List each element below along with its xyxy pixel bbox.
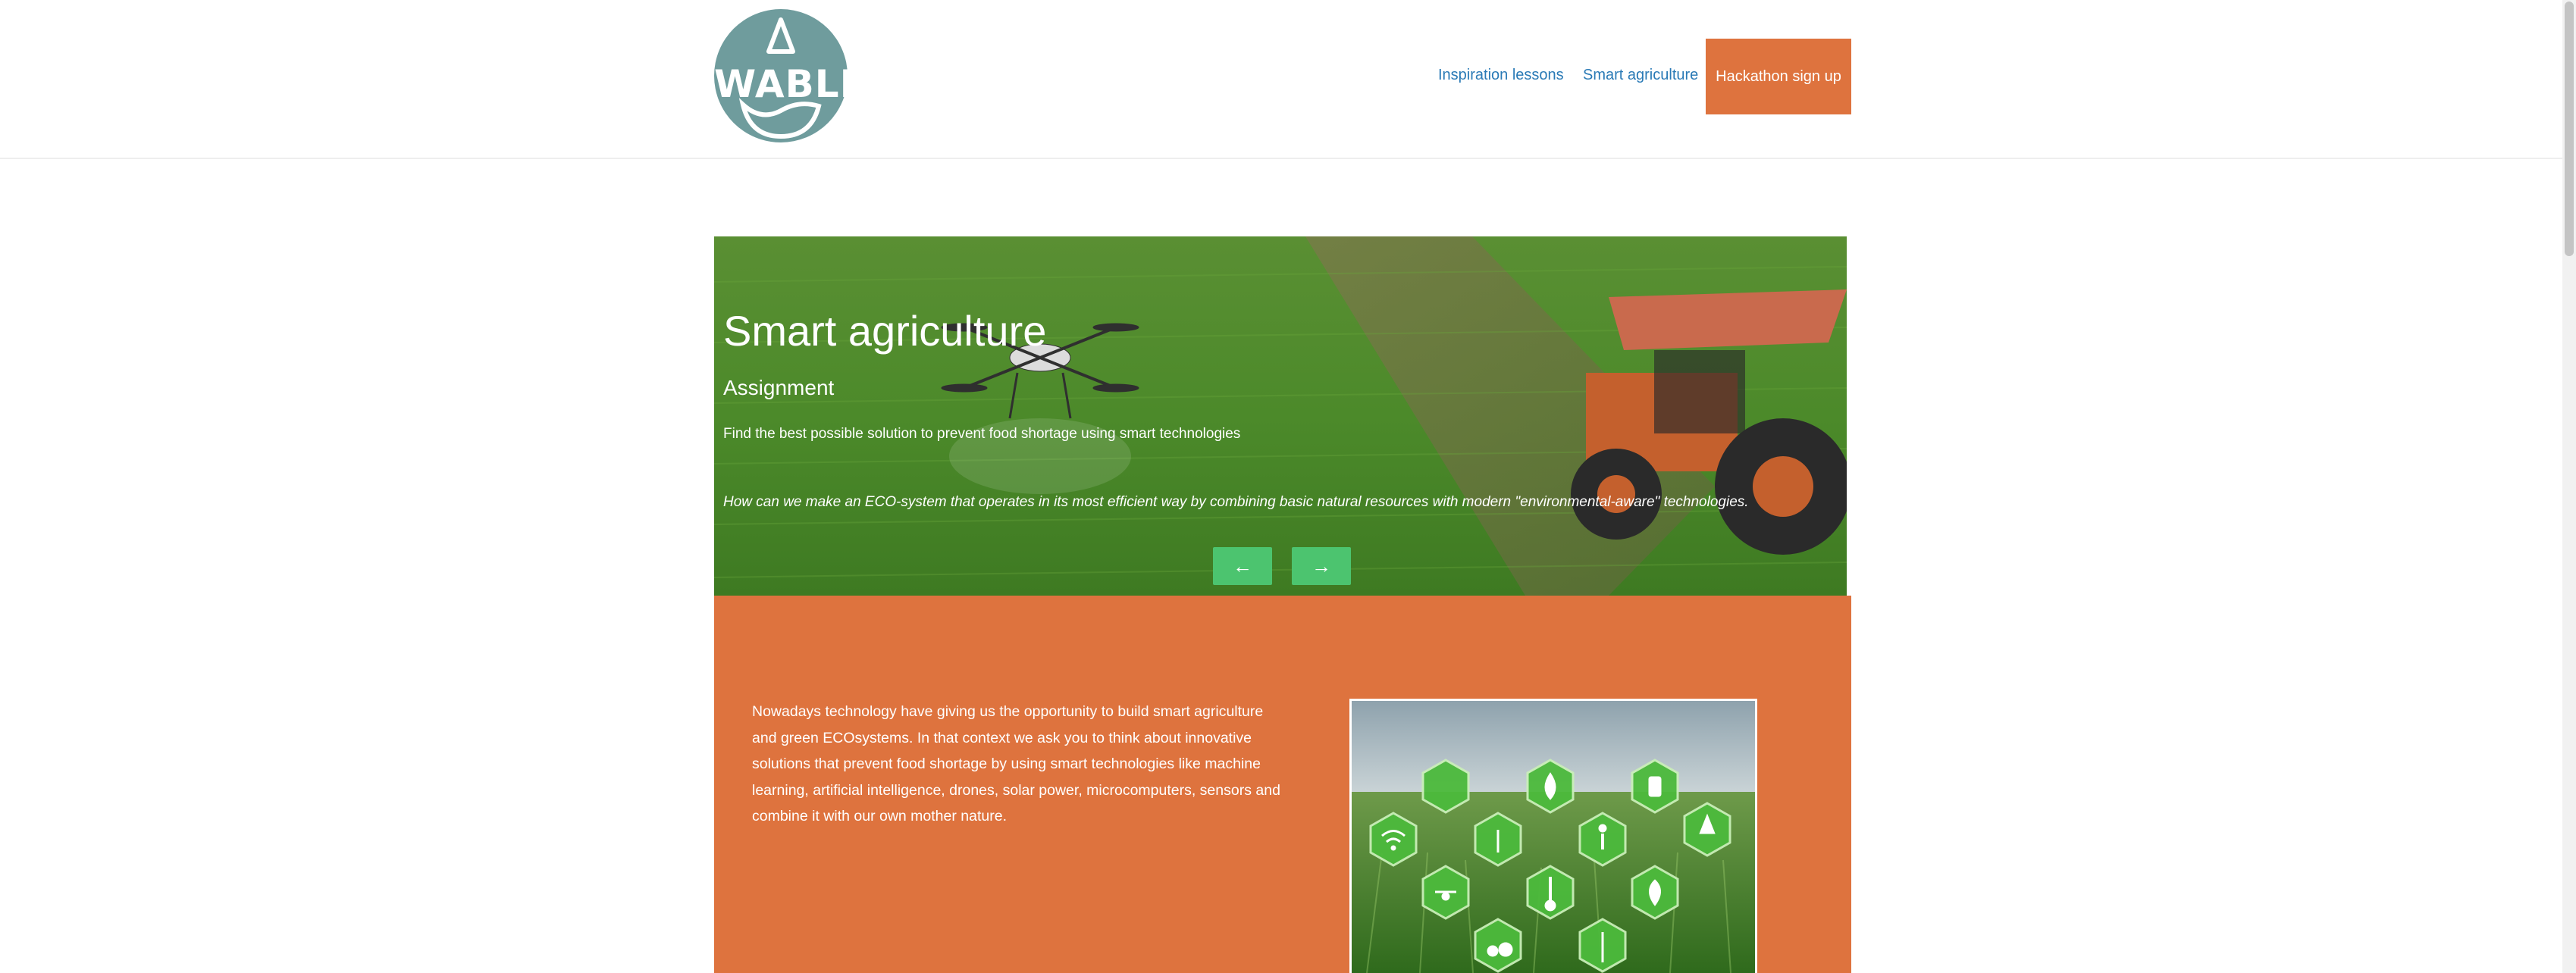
- hero-slider: Smart agriculture Assignment Find the be…: [714, 236, 1847, 596]
- hero-title: Smart agriculture: [723, 307, 1047, 355]
- logo-text: WABLE: [714, 62, 867, 106]
- assignment-paragraph: Nowadays technology have giving us the o…: [752, 703, 1280, 825]
- slider-prev-button[interactable]: ←: [1213, 547, 1272, 585]
- site-header: WABLE Inspiration lessons Smart agricult…: [0, 0, 2562, 159]
- assignment-section: Nowadays technology have giving us the o…: [714, 596, 1851, 973]
- site-logo[interactable]: WABLE: [714, 9, 867, 142]
- nav-smart-agriculture[interactable]: Smart agriculture: [1583, 67, 1698, 84]
- scrollbar-thumb[interactable]: [2565, 2, 2574, 256]
- hero-description: Find the best possible solution to preve…: [723, 426, 1241, 442]
- slider-next-button[interactable]: →: [1292, 547, 1351, 585]
- hero-field-image: [714, 236, 1847, 596]
- hero-quote: How can we make an ECO-system that opera…: [723, 494, 1749, 510]
- smart-farming-image: [1349, 699, 1757, 973]
- hero-subtitle: Assignment: [723, 376, 835, 399]
- smart-farming-icons: [1352, 701, 1755, 973]
- nav-inspiration-lessons[interactable]: Inspiration lessons: [1438, 67, 1564, 84]
- hackathon-signup-button[interactable]: Hackathon sign up: [1706, 39, 1851, 114]
